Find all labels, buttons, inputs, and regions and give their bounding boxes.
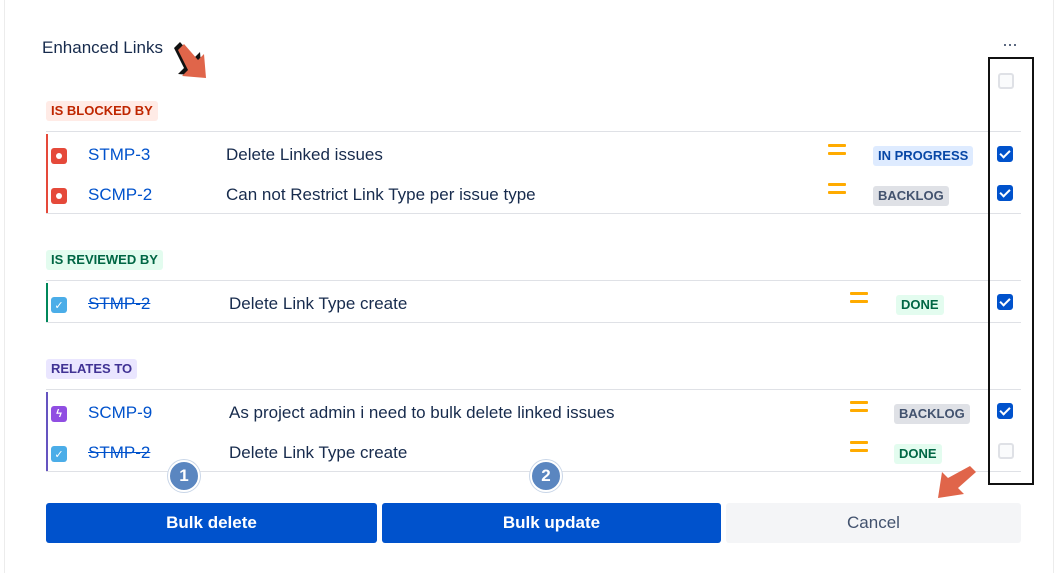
issue-key-link[interactable]: STMP-2 (88, 443, 150, 463)
step-marker-2: 2 (530, 460, 562, 492)
link-row[interactable]: ✓ STMP-2 Delete Link Type create DONE (0, 286, 1058, 322)
bulk-update-button[interactable]: Bulk update (382, 503, 721, 543)
bulk-delete-button[interactable]: Bulk delete (46, 503, 377, 543)
status-lozenge: DONE (896, 295, 944, 315)
issue-key-link[interactable]: SCMP-9 (88, 403, 152, 423)
link-type-lozenge: IS BLOCKED BY (46, 101, 158, 121)
cancel-button[interactable]: Cancel (726, 503, 1021, 543)
status-lozenge: IN PROGRESS (873, 146, 974, 166)
issue-key-link[interactable]: SCMP-2 (88, 185, 152, 205)
link-row[interactable]: STMP-3 Delete Linked issues IN PROGRESS (0, 137, 1058, 173)
divider (46, 389, 1021, 390)
priority-medium-icon (850, 292, 868, 308)
issue-summary: Can not Restrict Link Type per issue typ… (226, 185, 536, 204)
link-row[interactable]: ϟ SCMP-9 As project admin i need to bulk… (0, 395, 1058, 431)
issue-summary: As project admin i need to bulk delete l… (229, 403, 615, 422)
checkbox-highlight-box (988, 57, 1034, 485)
priority-medium-icon (850, 401, 868, 417)
divider (46, 213, 1021, 214)
link-row[interactable]: SCMP-2 Can not Restrict Link Type per is… (0, 177, 1058, 213)
link-type-lozenge: IS REVIEWED BY (46, 250, 163, 270)
panel-title: Enhanced Links (42, 38, 163, 57)
divider (46, 131, 1021, 132)
priority-medium-icon (850, 441, 868, 457)
priority-medium-icon (828, 183, 846, 199)
issue-key-link[interactable]: STMP-2 (88, 294, 150, 314)
priority-medium-icon (828, 144, 846, 160)
task-icon: ✓ (51, 446, 67, 462)
epic-icon: ϟ (51, 406, 67, 422)
more-actions-icon[interactable]: ··· (1002, 34, 1018, 55)
issue-summary: Delete Link Type create (229, 294, 408, 313)
issue-summary: Delete Linked issues (226, 145, 383, 164)
status-lozenge: BACKLOG (873, 186, 949, 206)
bug-icon (51, 148, 67, 164)
status-lozenge: BACKLOG (894, 404, 970, 424)
link-row[interactable]: ✓ STMP-2 Delete Link Type create DONE (0, 435, 1058, 471)
link-type-lozenge: RELATES TO (46, 359, 138, 379)
annotation-arrow-icon (938, 466, 976, 498)
step-marker-1: 1 (168, 460, 200, 492)
divider (46, 322, 1021, 323)
issue-key-link[interactable]: STMP-3 (88, 145, 150, 165)
task-icon: ✓ (51, 297, 67, 313)
bug-icon (51, 188, 67, 204)
issue-summary: Delete Link Type create (229, 443, 408, 462)
divider (46, 280, 1021, 281)
annotation-arrow-icon (174, 42, 206, 78)
